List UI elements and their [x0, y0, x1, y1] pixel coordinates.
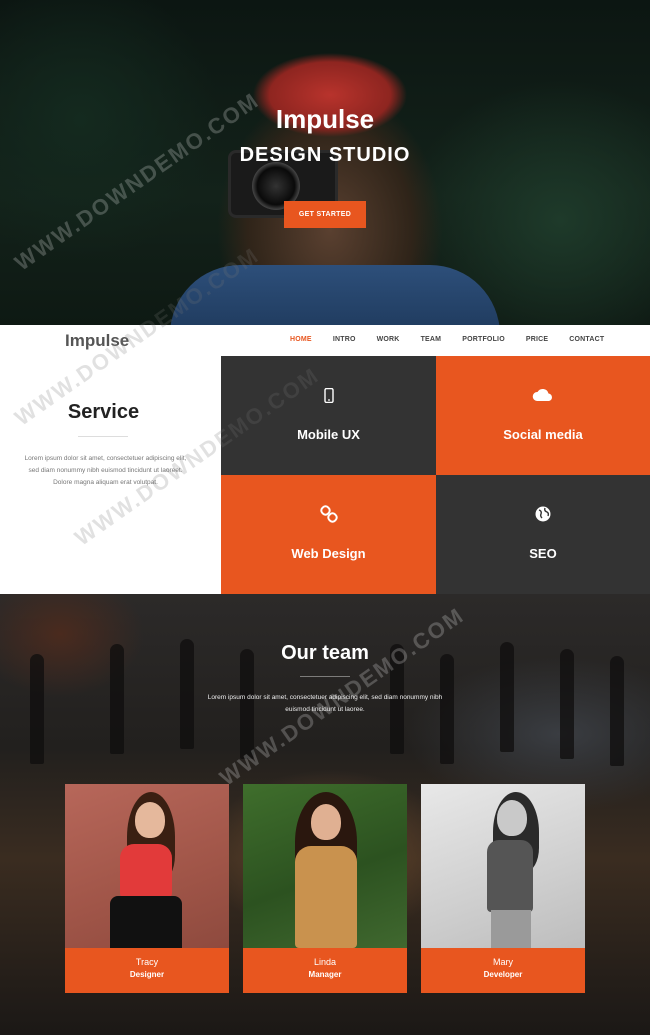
team-description: Lorem ipsum dolor sit amet, consectetuer…: [207, 694, 443, 713]
service-tile-label: Mobile UX: [297, 427, 360, 442]
service-description: Lorem ipsum dolor sit amet, consectetuer…: [24, 455, 187, 486]
service-tile-label: SEO: [529, 546, 557, 561]
nav-item-portfolio[interactable]: PORTFOLIO: [462, 336, 505, 343]
member-role: Designer: [129, 970, 165, 979]
hero-subtitle: DESIGN STUDIO: [239, 144, 411, 166]
hero-section: Impulse DESIGN STUDIO GET STARTED: [0, 0, 650, 325]
member-name: Linda: [313, 957, 337, 967]
get-started-button[interactable]: GET STARTED: [284, 201, 366, 228]
cloud-icon: [532, 386, 554, 404]
member-caption: Mary Developer: [421, 948, 585, 993]
globe-icon: [535, 505, 551, 523]
member-caption: Tracy Designer: [65, 948, 229, 993]
background-figure: [610, 656, 624, 766]
service-divider: [78, 436, 128, 437]
service-tile-web-design[interactable]: Web Design: [221, 475, 436, 594]
link-icon: [319, 505, 338, 523]
team-section: Our team Lorem ipsum dolor sit amet, con…: [0, 594, 650, 1035]
site-logo[interactable]: Impulse: [65, 331, 129, 351]
nav-item-intro[interactable]: INTRO: [333, 336, 356, 343]
member-name: Tracy: [135, 957, 159, 967]
service-intro: Service Lorem ipsum dolor sit amet, cons…: [0, 356, 221, 594]
background-figure: [30, 654, 44, 764]
team-member-card[interactable]: Mary Developer: [421, 784, 585, 993]
nav-item-home[interactable]: HOME: [290, 336, 312, 343]
nav-item-contact[interactable]: CONTACT: [569, 336, 604, 343]
service-tile-label: Social media: [503, 427, 583, 442]
member-photo: [243, 784, 407, 948]
service-tile-mobile-ux[interactable]: Mobile UX: [221, 356, 436, 475]
member-role: Manager: [308, 970, 342, 979]
nav-item-work[interactable]: WORK: [377, 336, 400, 343]
member-role: Developer: [483, 970, 523, 979]
nav-menu: HOME INTRO WORK TEAM PORTFOLIO PRICE CON…: [290, 336, 625, 343]
member-name: Mary: [493, 957, 513, 967]
member-caption: Linda Manager: [243, 948, 407, 993]
service-tile-seo[interactable]: SEO: [436, 475, 650, 594]
top-navbar: Impulse HOME INTRO WORK TEAM PORTFOLIO P…: [0, 325, 650, 356]
nav-item-team[interactable]: TEAM: [421, 336, 442, 343]
team-divider: [300, 676, 350, 677]
nav-item-price[interactable]: PRICE: [526, 336, 548, 343]
hero-photo-jacket: [170, 265, 500, 325]
member-photo: [65, 784, 229, 948]
member-photo: [421, 784, 585, 948]
team-title: Our team: [281, 642, 369, 664]
service-tile-label: Web Design: [291, 546, 366, 561]
service-title: Service: [67, 401, 140, 423]
background-figure: [560, 649, 574, 759]
hero-title: Impulse: [275, 104, 375, 134]
service-tile-social-media[interactable]: Social media: [436, 356, 650, 475]
team-member-card[interactable]: Linda Manager: [243, 784, 407, 993]
team-member-card[interactable]: Tracy Designer: [65, 784, 229, 993]
mobile-phone-icon: [323, 386, 334, 404]
